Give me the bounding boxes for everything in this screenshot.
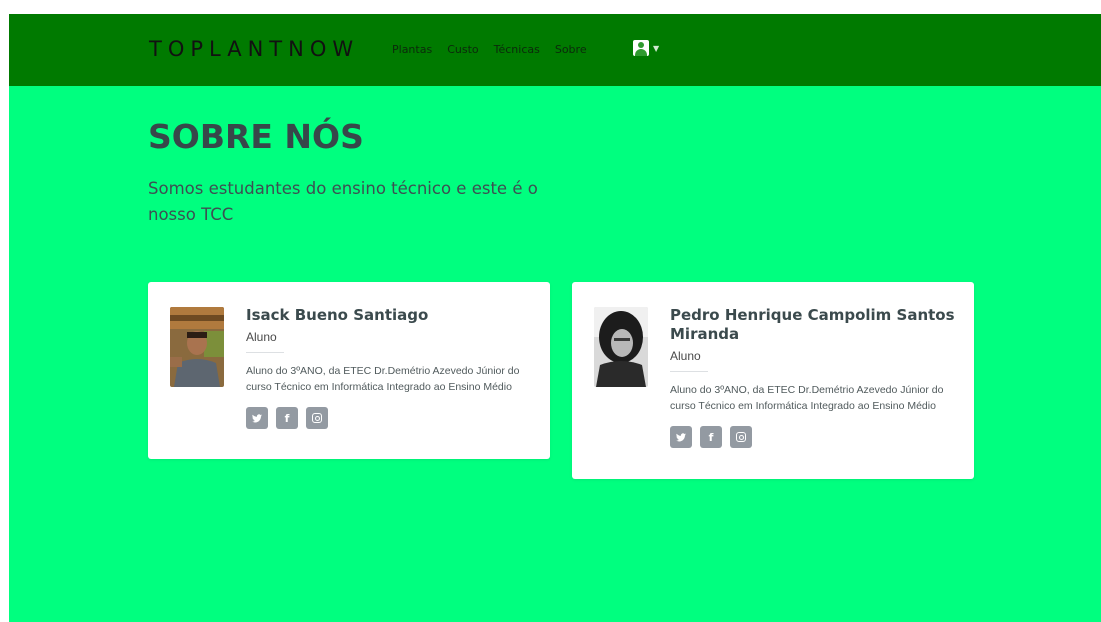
nav-link-tecnicas[interactable]: Técnicas (494, 43, 540, 56)
instagram-button[interactable] (306, 407, 328, 429)
member-description: Aluno do 3ºANO, da ETEC Dr.Demétrio Azev… (670, 384, 944, 412)
facebook-icon: f (284, 411, 290, 425)
nav-links: Plantas Custo Técnicas Sobre (392, 43, 587, 56)
instagram-icon (736, 432, 746, 442)
divider (246, 352, 284, 353)
twitter-button[interactable] (246, 407, 268, 429)
twitter-button[interactable] (670, 426, 692, 448)
twitter-icon (252, 413, 262, 422)
instagram-icon (312, 413, 322, 423)
instagram-button[interactable] (730, 426, 752, 448)
social-links: f (670, 426, 956, 448)
chevron-down-icon: ▼ (653, 43, 660, 53)
brand-logo[interactable]: TOPLANTNOW (149, 37, 359, 61)
member-role: Aluno (670, 349, 701, 363)
twitter-icon (676, 432, 686, 441)
user-menu-button[interactable]: ▼ (633, 40, 659, 56)
facebook-button[interactable]: f (276, 407, 298, 429)
member-photo (594, 307, 648, 387)
member-card-pedro: Pedro Henrique Campolim Santos Miranda A… (572, 282, 974, 479)
navbar: TOPLANTNOW Plantas Custo Técnicas Sobre … (9, 14, 1101, 86)
member-role: Aluno (246, 330, 277, 344)
member-card-isack: Isack Bueno Santiago Aluno Aluno do 3ºAN… (148, 282, 550, 459)
member-info: Isack Bueno Santiago Aluno Aluno do 3ºAN… (246, 306, 532, 429)
nav-link-custo[interactable]: Custo (447, 43, 478, 56)
nav-link-plantas[interactable]: Plantas (392, 43, 432, 56)
facebook-icon: f (708, 430, 714, 444)
page-subtitle: Somos estudantes do ensino técnico e est… (148, 179, 538, 224)
user-icon (633, 40, 649, 56)
page-title: SOBRE NÓS (148, 117, 364, 156)
member-photo (170, 307, 224, 387)
member-name: Isack Bueno Santiago (246, 306, 429, 324)
divider (670, 371, 708, 372)
social-links: f (246, 407, 532, 429)
member-description: Aluno do 3ºANO, da ETEC Dr.Demétrio Azev… (246, 365, 520, 393)
nav-link-sobre[interactable]: Sobre (555, 43, 587, 56)
member-info: Pedro Henrique Campolim Santos Miranda A… (670, 306, 956, 448)
facebook-button[interactable]: f (700, 426, 722, 448)
member-name: Pedro Henrique Campolim Santos Miranda (670, 306, 955, 343)
page-frame: TOPLANTNOW Plantas Custo Técnicas Sobre … (9, 14, 1101, 622)
